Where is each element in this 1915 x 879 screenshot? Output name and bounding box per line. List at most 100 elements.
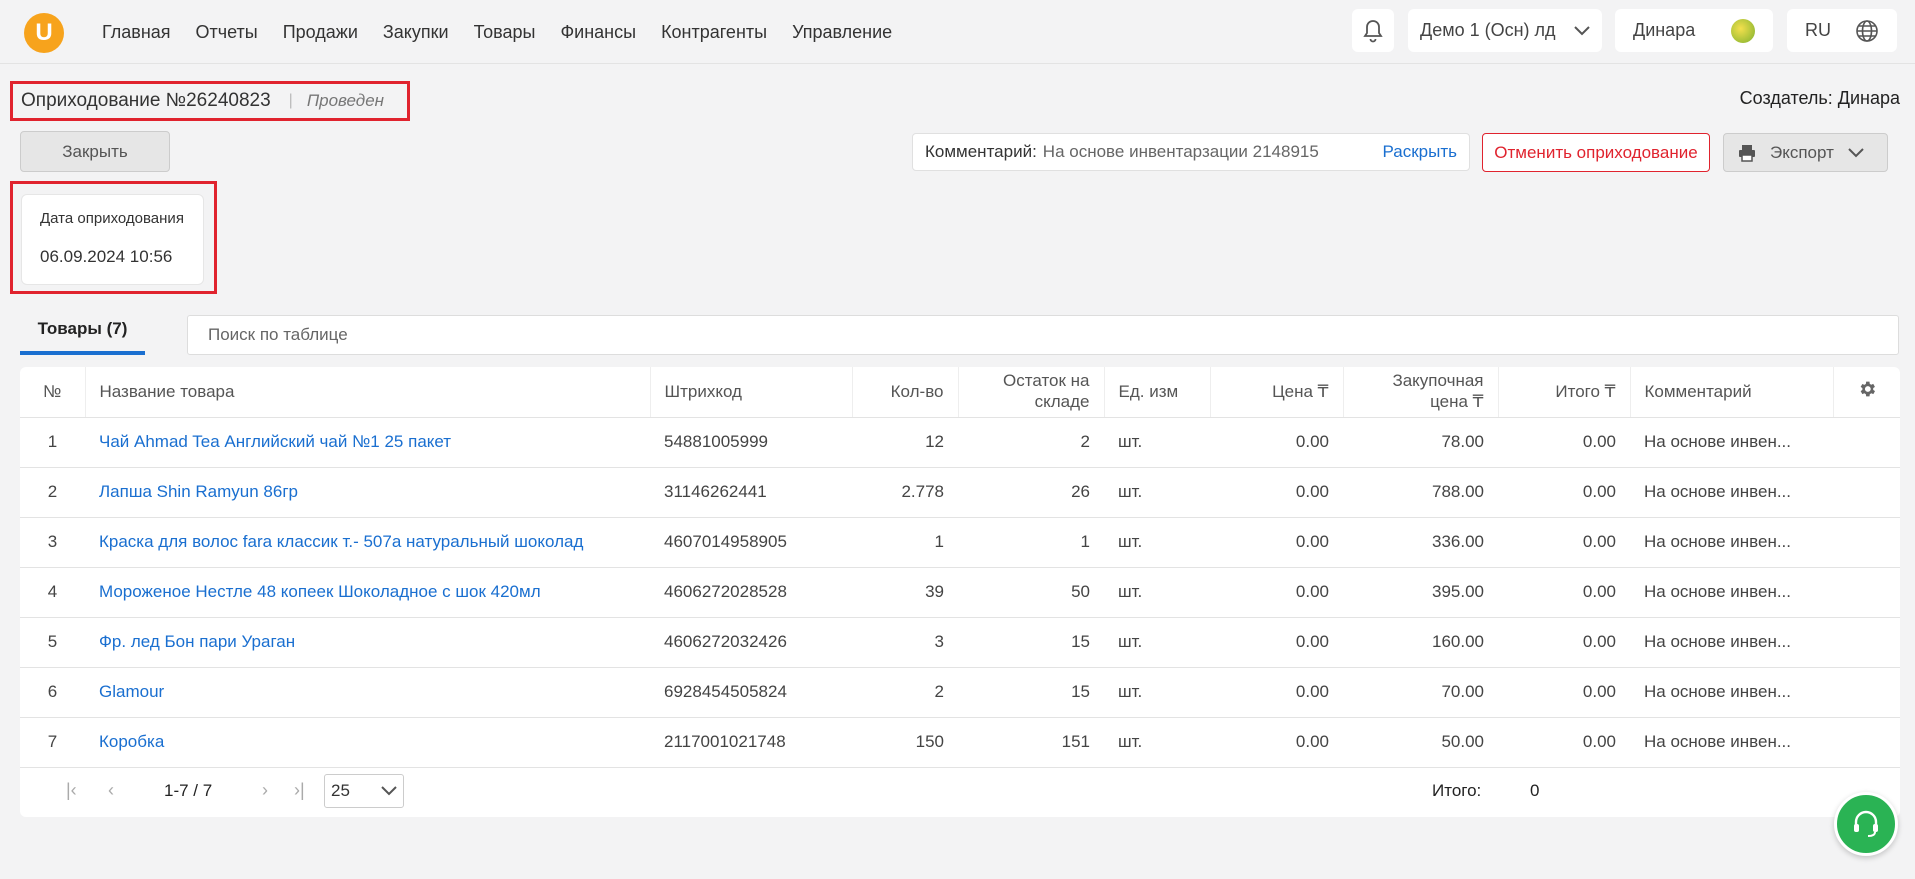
nav-item-products[interactable]: Товары <box>474 22 536 43</box>
column-header-barcode[interactable]: Штрихкод <box>650 367 853 418</box>
table-header-row: № Название товара Штрихкод Кол-во Остато… <box>20 367 1900 418</box>
cell-comment: На основе инвен... <box>1630 617 1833 668</box>
next-page-icon[interactable]: › <box>262 780 268 801</box>
table-row: 3 Краска для волос fara классик т.- 507а… <box>20 517 1900 568</box>
cell-qty: 150 <box>852 717 958 768</box>
product-link[interactable]: Мороженое Нестле 48 копеек Шоколадное с … <box>85 567 650 618</box>
gear-icon <box>1860 381 1875 397</box>
comment-text: На основе инвентарзации 2148915 <box>1042 142 1319 161</box>
cell-empty <box>1833 667 1900 718</box>
cell-empty <box>1833 567 1900 618</box>
nav-item-finance[interactable]: Финансы <box>560 22 636 43</box>
cell-total: 0.00 <box>1498 567 1630 618</box>
nav-item-purchases[interactable]: Закупки <box>383 22 449 43</box>
top-navbar: U Главная Отчеты Продажи Закупки Товары … <box>0 0 1915 64</box>
app-logo[interactable]: U <box>24 13 64 53</box>
cell-price: 0.00 <box>1210 517 1343 568</box>
status-badge: Проведен <box>306 91 385 110</box>
column-header-unit[interactable]: Ед. изм <box>1104 367 1211 418</box>
notifications-button[interactable] <box>1352 9 1394 52</box>
language-button[interactable]: RU <box>1787 9 1897 52</box>
comment-box: Комментарий: На основе инвентарзации 214… <box>912 133 1470 171</box>
export-button[interactable]: Экспорт <box>1723 133 1888 172</box>
cell-qty: 3 <box>852 617 958 668</box>
column-header-stock[interactable]: Остаток на складе <box>958 367 1105 418</box>
column-settings-button[interactable] <box>1833 367 1900 418</box>
nav-item-counterparties[interactable]: Контрагенты <box>661 22 767 43</box>
expand-comment-link[interactable]: Раскрыть <box>1383 142 1457 162</box>
cancel-posting-button[interactable]: Отменить оприходование <box>1482 133 1710 172</box>
cell-stock: 2 <box>958 417 1104 468</box>
cell-unit: шт. <box>1104 617 1210 668</box>
page-range: 1-7 / 7 <box>164 781 213 800</box>
product-link[interactable]: Коробка <box>85 717 650 768</box>
cell-unit: шт. <box>1104 567 1210 618</box>
headset-icon <box>1854 810 1878 837</box>
cell-purchase-price: 70.00 <box>1343 667 1498 718</box>
nav-item-sales[interactable]: Продажи <box>283 22 358 43</box>
store-select-value: Демо 1 (Осн) лд <box>1420 20 1556 40</box>
table-row: 4 Мороженое Нестле 48 копеек Шоколадное … <box>20 567 1900 618</box>
main-menu: Главная Отчеты Продажи Закупки Товары Фи… <box>102 22 917 43</box>
tab-goods-count: (7) <box>106 319 128 338</box>
column-header-total[interactable]: Итого ₸ <box>1498 367 1631 418</box>
cell-price: 0.00 <box>1210 717 1343 768</box>
bell-icon <box>1363 19 1383 42</box>
prev-page-icon[interactable]: ‹ <box>108 780 114 801</box>
cell-price: 0.00 <box>1210 467 1343 518</box>
cell-unit: шт. <box>1104 467 1210 518</box>
product-link[interactable]: Glamour <box>85 667 650 718</box>
cell-purchase-price: 395.00 <box>1343 567 1498 618</box>
first-page-icon[interactable]: |‹ <box>66 780 77 801</box>
cell-total: 0.00 <box>1498 517 1630 568</box>
chevron-down-icon <box>1848 147 1864 157</box>
cell-qty: 39 <box>852 567 958 618</box>
cell-num: 2 <box>20 467 85 518</box>
close-button[interactable]: Закрыть <box>20 131 170 172</box>
column-header-comment[interactable]: Комментарий <box>1630 367 1834 418</box>
cell-price: 0.00 <box>1210 567 1343 618</box>
support-chat-button[interactable] <box>1834 792 1898 856</box>
nav-item-reports[interactable]: Отчеты <box>196 22 258 43</box>
cell-price: 0.00 <box>1210 417 1343 468</box>
cell-unit: шт. <box>1104 717 1210 768</box>
cell-barcode: 31146262441 <box>650 467 852 518</box>
goods-table-card: № Название товара Штрихкод Кол-во Остато… <box>20 367 1900 817</box>
cell-unit: шт. <box>1104 667 1210 718</box>
table-search-input[interactable] <box>187 315 1899 355</box>
user-name: Динара <box>1633 20 1696 40</box>
table-row: 2 Лапша Shin Ramyun 86гр 31146262441 2.7… <box>20 467 1900 518</box>
cell-stock: 26 <box>958 467 1104 518</box>
table-row: 1 Чай Ahmad Tea Английский чай №1 25 пак… <box>20 417 1900 468</box>
cell-num: 7 <box>20 717 85 768</box>
store-select[interactable]: Демо 1 (Осн) лд <box>1408 9 1602 52</box>
cell-qty: 2 <box>852 667 958 718</box>
product-link[interactable]: Чай Ahmad Tea Английский чай №1 25 пакет <box>85 417 650 468</box>
column-header-price[interactable]: Цена ₸ <box>1210 367 1344 418</box>
product-link[interactable]: Фр. лед Бон пари Ураган <box>85 617 650 668</box>
posting-date-value: 06.09.2024 10:56 <box>40 247 173 266</box>
document-creator: Создатель: Динара <box>1739 88 1900 108</box>
column-header-purchase-price[interactable]: Закупочная цена ₸ <box>1343 367 1499 418</box>
cell-purchase-price: 78.00 <box>1343 417 1498 468</box>
cell-purchase-price: 336.00 <box>1343 517 1498 568</box>
nav-item-management[interactable]: Управление <box>792 22 892 43</box>
cell-comment: На основе инвен... <box>1630 467 1833 518</box>
last-page-icon[interactable]: ›| <box>294 780 305 801</box>
user-menu-button[interactable]: Динара <box>1615 9 1773 52</box>
column-header-num[interactable]: № <box>20 367 86 418</box>
page-size-select[interactable]: 25 <box>324 774 404 808</box>
tab-goods[interactable]: Товары (7) <box>20 315 145 355</box>
column-header-name[interactable]: Название товара <box>85 367 651 418</box>
cell-comment: На основе инвен... <box>1630 667 1833 718</box>
total-label: Итого: <box>1432 781 1482 800</box>
cell-stock: 15 <box>958 617 1104 668</box>
avatar <box>1731 18 1755 43</box>
product-link[interactable]: Краска для волос fara классик т.- 507а н… <box>85 517 650 568</box>
cell-stock: 1 <box>958 517 1104 568</box>
cell-comment: На основе инвен... <box>1630 517 1833 568</box>
column-header-qty[interactable]: Кол-во <box>852 367 959 418</box>
nav-item-home[interactable]: Главная <box>102 22 171 43</box>
product-link[interactable]: Лапша Shin Ramyun 86гр <box>85 467 650 518</box>
column-header-stock-line2: складе <box>1034 391 1090 411</box>
